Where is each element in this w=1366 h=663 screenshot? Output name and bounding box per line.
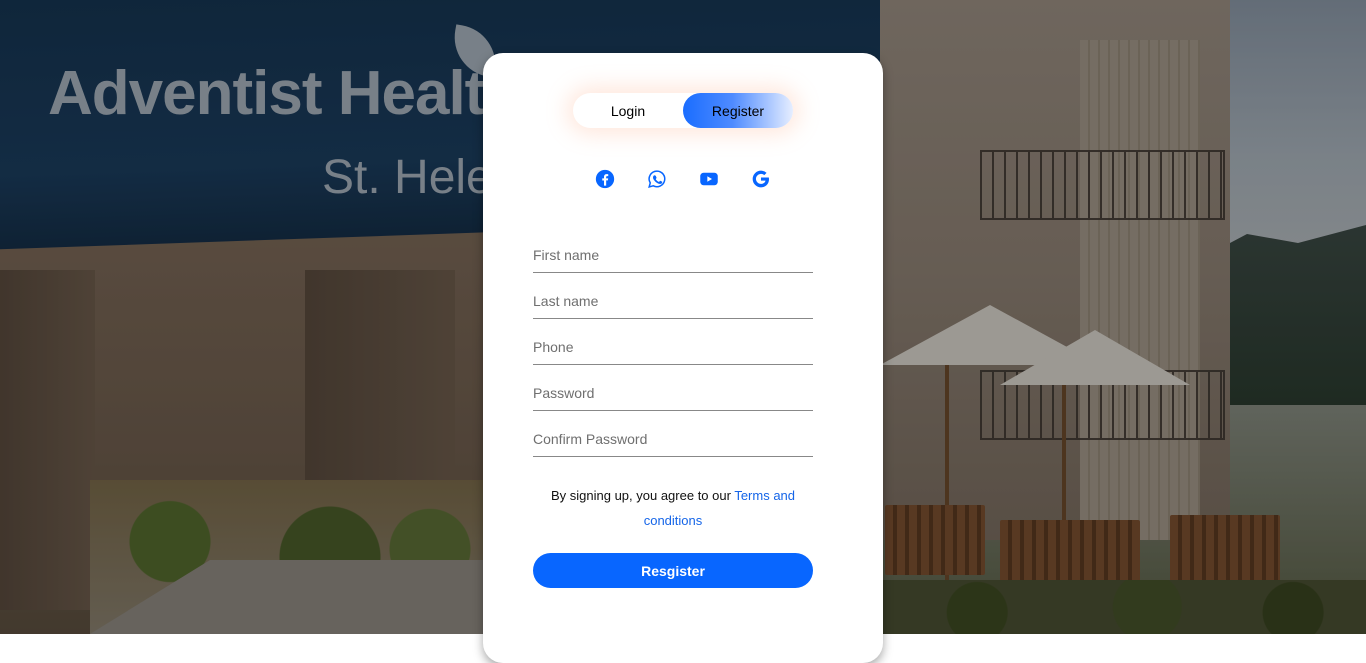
first-name-input[interactable] bbox=[533, 235, 813, 272]
terms-notice: By signing up, you agree to our Terms an… bbox=[533, 483, 813, 533]
phone-input[interactable] bbox=[533, 327, 813, 364]
login-tab[interactable]: Login bbox=[573, 93, 683, 128]
password-field bbox=[533, 373, 813, 411]
youtube-icon[interactable] bbox=[697, 167, 721, 191]
register-card: Login Register By signing up, you agree … bbox=[483, 53, 883, 663]
confirm-password-field bbox=[533, 419, 813, 457]
first-name-field bbox=[533, 235, 813, 273]
auth-toggle: Login Register bbox=[573, 93, 793, 128]
register-submit-button[interactable]: Resgister bbox=[533, 553, 813, 588]
terms-text: By signing up, you agree to our bbox=[550, 488, 735, 503]
last-name-field bbox=[533, 281, 813, 319]
last-name-input[interactable] bbox=[533, 281, 813, 318]
social-login-row bbox=[593, 167, 773, 191]
register-tab[interactable]: Register bbox=[683, 93, 793, 128]
password-input[interactable] bbox=[533, 373, 813, 410]
whatsapp-icon[interactable] bbox=[645, 167, 669, 191]
confirm-password-input[interactable] bbox=[533, 419, 813, 456]
google-icon[interactable] bbox=[749, 167, 773, 191]
phone-field bbox=[533, 327, 813, 365]
facebook-icon[interactable] bbox=[593, 167, 617, 191]
